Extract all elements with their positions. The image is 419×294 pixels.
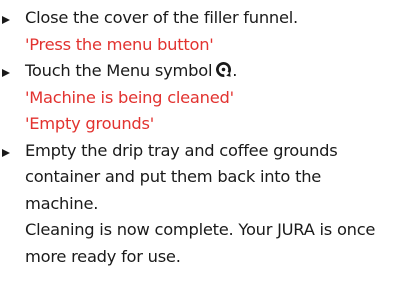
instruction-text: Touch the Menu symbol bbox=[25, 61, 213, 80]
instruction-text-suffix: . bbox=[232, 61, 238, 80]
instruction-text: container and put them back into the bbox=[25, 167, 322, 186]
instruction-steps: Close the cover of the filler funnel. 'P… bbox=[2, 5, 418, 270]
menu-symbol-icon bbox=[215, 61, 232, 78]
display-message: 'Press the menu button' bbox=[25, 34, 214, 54]
completion-text: Cleaning is now complete. Your JURA is o… bbox=[25, 220, 376, 239]
triangle-bullet-icon bbox=[2, 69, 10, 77]
instruction-text: Close the cover of the filler funnel. bbox=[25, 8, 298, 27]
step-empty-tray: Empty the drip tray and coffee grounds c… bbox=[2, 138, 418, 271]
instruction-text: machine. bbox=[25, 193, 99, 213]
display-message: 'Empty grounds' bbox=[25, 114, 154, 133]
step-touch-menu: Touch the Menu symbol . 'Machine is bein… bbox=[2, 58, 418, 138]
completion-text: more ready for use. bbox=[25, 246, 181, 266]
step-close-cover: Close the cover of the filler funnel. 'P… bbox=[2, 5, 418, 58]
instruction-line: Touch the Menu symbol . bbox=[25, 58, 418, 85]
instruction-text: Empty the drip tray and coffee grounds bbox=[25, 140, 338, 160]
triangle-bullet-icon bbox=[2, 148, 10, 157]
triangle-bullet-icon bbox=[2, 16, 10, 24]
display-message: 'Machine is being cleaned' bbox=[25, 87, 234, 107]
